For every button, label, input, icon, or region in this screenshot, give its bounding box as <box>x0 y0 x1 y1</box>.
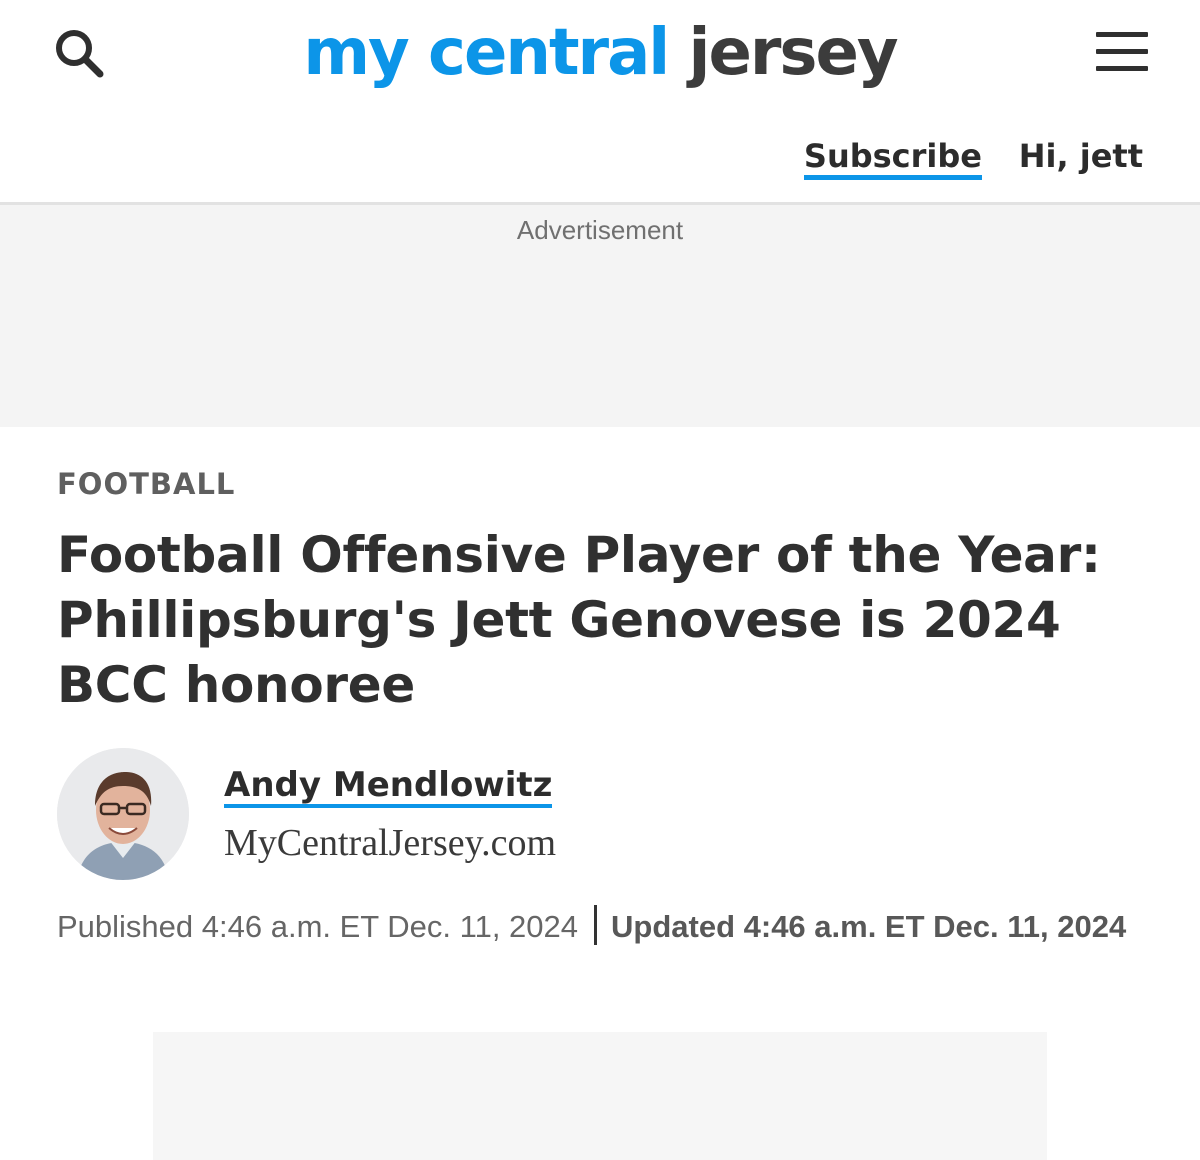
advertisement-slot[interactable] <box>153 1032 1047 1160</box>
article-headline: Football Offensive Player of the Year: P… <box>57 526 1101 714</box>
menu-bar <box>1096 66 1148 71</box>
author-name-link[interactable]: Andy Mendlowitz <box>224 766 553 808</box>
section-label[interactable]: FOOTBALL <box>57 467 1143 501</box>
menu-bar <box>1096 32 1148 37</box>
site-header: my central jersey Subscribe Hi, jett <box>0 0 1200 205</box>
site-logo[interactable]: my central jersey <box>0 10 1200 96</box>
advertisement-label: Advertisement <box>516 215 684 245</box>
menu-bar <box>1096 49 1148 54</box>
advertisement-banner[interactable]: Advertisement <box>0 205 1200 427</box>
logo-text-secondary: jersey <box>688 16 899 90</box>
author-photo <box>57 748 189 880</box>
author-outlet: MyCentralJersey.com <box>224 822 557 864</box>
hamburger-menu-icon[interactable] <box>1096 32 1148 76</box>
logo-text-primary: my central <box>303 16 670 90</box>
dateline-divider <box>594 905 598 945</box>
account-greeting[interactable]: Hi, jett <box>1019 138 1143 174</box>
subscribe-link[interactable]: Subscribe <box>803 138 982 180</box>
updated-date: Updated 4:46 a.m. ET Dec. 11, 2024 <box>611 909 1127 944</box>
published-date: Published 4:46 a.m. ET Dec. 11, 2024 <box>57 909 579 944</box>
author-avatar[interactable] <box>57 748 189 880</box>
article-dateline: Published 4:46 a.m. ET Dec. 11, 2024 Upda… <box>57 905 1143 948</box>
byline: Andy Mendlowitz MyCentralJersey.com <box>57 748 1143 883</box>
article-header: FOOTBALL Football Offensive Player of th… <box>0 467 1200 948</box>
